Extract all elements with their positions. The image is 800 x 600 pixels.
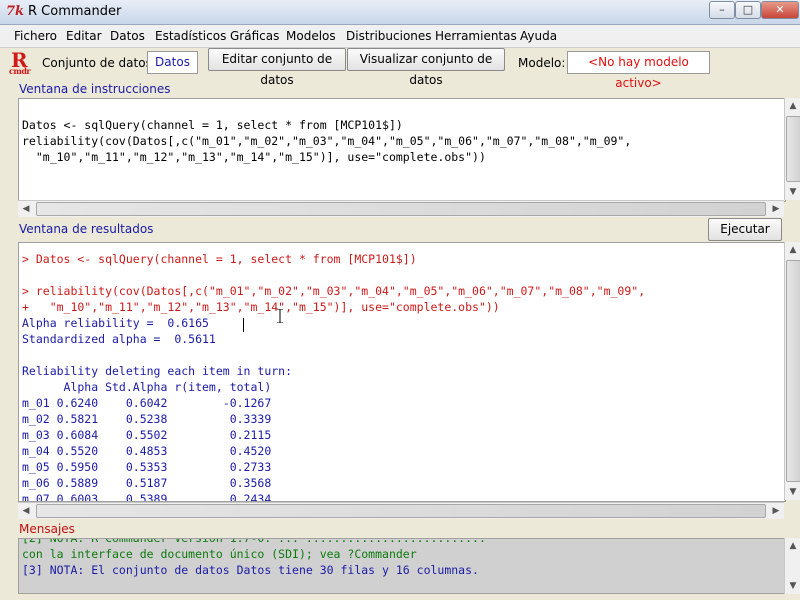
script-line: reliability(cov(Datos[,c("m_01","m_02","… bbox=[22, 134, 632, 148]
output-line: m_05 0.5950 0.5353 0.2733 bbox=[22, 460, 272, 474]
menu-fichero[interactable]: Fichero bbox=[14, 29, 57, 43]
menu-graficas[interactable]: Gráficas bbox=[230, 29, 279, 43]
scroll-right-icon[interactable]: ▶ bbox=[768, 201, 784, 217]
output-line: Alpha Std.Alpha r(item, total) bbox=[22, 380, 272, 394]
message-line: [2] NOTA: R Commander Version 1.7-0: ...… bbox=[22, 538, 486, 545]
messages-pane[interactable]: [2] NOTA: R Commander Version 1.7-0: ...… bbox=[18, 538, 786, 594]
output-pane[interactable]: > Datos <- sqlQuery(channel = 1, select … bbox=[18, 242, 786, 502]
menu-editar[interactable]: Editar bbox=[66, 29, 102, 43]
output-line: Reliability deleting each item in turn: bbox=[22, 364, 293, 378]
text-cursor bbox=[243, 318, 244, 332]
output-horizontal-scrollbar[interactable]: ◀ ▶ bbox=[18, 502, 784, 519]
scroll-up-icon[interactable]: ▲ bbox=[785, 538, 800, 554]
menu-estadisticos[interactable]: Estadísticos bbox=[155, 29, 226, 43]
message-line: con la interface de documento único (SDI… bbox=[22, 547, 417, 561]
script-vertical-scrollbar[interactable]: ▲ ▼ bbox=[784, 98, 800, 200]
maximize-button[interactable]: □ bbox=[735, 1, 761, 19]
output-line: m_01 0.6240 0.6042 -0.1267 bbox=[22, 396, 272, 410]
output-line: > Datos <- sqlQuery(channel = 1, select … bbox=[22, 252, 417, 266]
output-line: > reliability(cov(Datos[,c("m_01","m_02"… bbox=[22, 284, 646, 298]
rcmdr-logo-sub: cmdr bbox=[9, 66, 31, 76]
window-title: R Commander bbox=[28, 4, 122, 19]
scroll-left-icon[interactable]: ◀ bbox=[18, 201, 34, 217]
menu-herramientas[interactable]: Herramientas bbox=[435, 29, 517, 43]
script-window-label: Ventana de instrucciones bbox=[19, 82, 171, 96]
r-commander-icon: 7k bbox=[6, 4, 25, 19]
rcmdr-logo: R cmdr bbox=[9, 48, 37, 78]
scroll-right-icon[interactable]: ▶ bbox=[768, 503, 784, 519]
output-window-label: Ventana de resultados bbox=[19, 222, 154, 236]
scroll-down-icon[interactable]: ▼ bbox=[785, 578, 800, 594]
close-button[interactable]: ✕ bbox=[761, 1, 799, 19]
output-line: Alpha reliability = 0.6165 bbox=[22, 316, 209, 330]
minimize-button[interactable]: – bbox=[709, 1, 735, 19]
scroll-up-icon[interactable]: ▲ bbox=[785, 242, 800, 258]
scroll-thumb[interactable] bbox=[786, 116, 800, 182]
view-dataset-button[interactable]: Visualizar conjunto de datos bbox=[347, 48, 505, 87]
messages-label: Mensajes bbox=[19, 522, 75, 536]
output-line: m_04 0.5520 0.4853 0.4520 bbox=[22, 444, 272, 458]
menu-bar: Fichero Editar Datos Estadísticos Gráfic… bbox=[0, 25, 800, 48]
output-line: m_06 0.5889 0.5187 0.3568 bbox=[22, 476, 272, 490]
output-vertical-scrollbar[interactable]: ▲ ▼ bbox=[784, 242, 800, 500]
scroll-down-icon[interactable]: ▼ bbox=[785, 484, 800, 500]
scroll-thumb[interactable] bbox=[786, 260, 800, 482]
edit-dataset-button[interactable]: Editar conjunto de datos bbox=[208, 48, 346, 87]
scroll-down-icon[interactable]: ▼ bbox=[785, 184, 800, 200]
toolbar: R cmdr Conjunto de datos: Datos Editar c… bbox=[0, 48, 800, 90]
message-line: [3] NOTA: El conjunto de datos Datos tie… bbox=[22, 563, 479, 577]
script-editor[interactable]: Datos <- sqlQuery(channel = 1, select * … bbox=[18, 98, 786, 202]
model-label: Modelo: bbox=[518, 56, 566, 70]
scroll-thumb[interactable] bbox=[36, 504, 766, 518]
output-line: m_03 0.6084 0.5502 0.2115 bbox=[22, 428, 272, 442]
script-line: "m_10","m_11","m_12","m_13","m_14","m_15… bbox=[22, 150, 486, 164]
menu-ayuda[interactable]: Ayuda bbox=[520, 29, 557, 43]
active-dataset-button[interactable]: Datos bbox=[147, 51, 198, 74]
output-line: m_07 0.6003 0.5389 0.2434 bbox=[22, 492, 272, 502]
scroll-thumb[interactable] bbox=[36, 202, 766, 216]
script-line: Datos <- sqlQuery(channel = 1, select * … bbox=[22, 118, 403, 132]
menu-modelos[interactable]: Modelos bbox=[286, 29, 336, 43]
script-horizontal-scrollbar[interactable]: ◀ ▶ bbox=[18, 200, 784, 217]
menu-datos[interactable]: Datos bbox=[110, 29, 145, 43]
scroll-left-icon[interactable]: ◀ bbox=[18, 503, 34, 519]
ibeam-cursor-icon bbox=[277, 309, 283, 323]
output-line: Standardized alpha = 0.5611 bbox=[22, 332, 216, 346]
messages-vertical-scrollbar[interactable]: ▲ ▼ bbox=[784, 538, 800, 594]
output-line: m_02 0.5821 0.5238 0.3339 bbox=[22, 412, 272, 426]
output-line: + "m_10","m_11","m_12","m_13","m_14","m_… bbox=[22, 300, 500, 314]
run-button[interactable]: Ejecutar bbox=[708, 218, 782, 241]
title-bar: 7k R Commander – □ ✕ bbox=[0, 0, 800, 25]
dataset-label: Conjunto de datos: bbox=[42, 56, 156, 70]
scroll-up-icon[interactable]: ▲ bbox=[785, 98, 800, 114]
menu-distribuciones[interactable]: Distribuciones bbox=[346, 29, 432, 43]
active-model-button[interactable]: <No hay modelo activo> bbox=[567, 51, 710, 90]
